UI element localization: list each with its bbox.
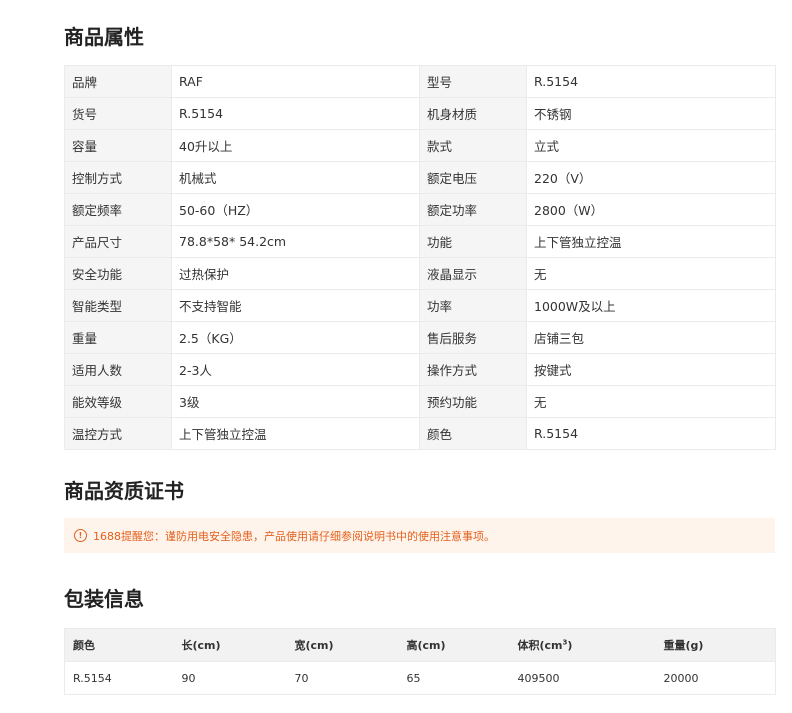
attributes-table: 品牌 RAF 型号 R.5154 货号 R.5154 机身材质 不锈钢 容量 40升以上 款式 立式控… <box>64 65 776 450</box>
attribute-row: 适用人数 2-3人 操作方式 按键式 <box>64 353 776 386</box>
safety-notice-text: 1688提醒您：谨防用电安全隐患，产品使用请仔细参阅说明书中的使用注意事项。 <box>93 529 495 543</box>
pack-height: 65 <box>398 661 510 695</box>
attribute-value: 店铺三包 <box>526 321 776 354</box>
attribute-name: 颜色 <box>419 417 527 450</box>
attribute-row: 智能类型 不支持智能 功率 1000W及以上 <box>64 289 776 322</box>
attributes-title: 商品属性 <box>64 25 144 49</box>
attribute-name: 温控方式 <box>64 417 172 450</box>
attribute-name: 适用人数 <box>64 353 172 386</box>
packaging-table: 颜色 长(cm) 宽(cm) 高(cm) 体积(cm3) 重量(g) R.515… <box>64 628 776 695</box>
attribute-name: 智能类型 <box>64 289 172 322</box>
header-weight: 重量(g) <box>655 628 776 662</box>
attribute-name: 容量 <box>64 129 172 162</box>
attribute-value: 立式 <box>526 129 776 162</box>
attribute-name: 安全功能 <box>64 257 172 290</box>
attribute-value: R.5154 <box>526 417 776 450</box>
attribute-name: 售后服务 <box>419 321 527 354</box>
attribute-value: 2800（W） <box>526 193 776 226</box>
header-volume-close: ) <box>567 639 573 652</box>
attribute-value: 220（V） <box>526 161 776 194</box>
header-volume: 体积(cm3) <box>509 628 656 662</box>
pack-color: R.5154 <box>64 661 174 695</box>
attribute-row: 重量 2.5（KG） 售后服务 店铺三包 <box>64 321 776 354</box>
attribute-value: 78.8*58* 54.2cm <box>171 225 420 258</box>
attribute-name: 额定频率 <box>64 193 172 226</box>
attribute-value: 无 <box>526 385 776 418</box>
attribute-value: 3级 <box>171 385 420 418</box>
certificate-title: 商品资质证书 <box>64 479 184 503</box>
pack-volume: 409500 <box>509 661 656 695</box>
header-length: 长(cm) <box>173 628 287 662</box>
header-width: 宽(cm) <box>286 628 399 662</box>
attribute-name: 功率 <box>419 289 527 322</box>
attribute-value: 不锈钢 <box>526 97 776 130</box>
attribute-value: 1000W及以上 <box>526 289 776 322</box>
attribute-value: 机械式 <box>171 161 420 194</box>
attribute-row: 产品尺寸 78.8*58* 54.2cm 功能 上下管独立控温 <box>64 225 776 258</box>
attribute-name: 型号 <box>419 65 527 98</box>
attribute-value: 40升以上 <box>171 129 420 162</box>
attribute-row: 货号 R.5154 机身材质 不锈钢 <box>64 97 776 130</box>
attribute-value: 过热保护 <box>171 257 420 290</box>
pack-weight: 20000 <box>655 661 776 695</box>
attribute-value: R.5154 <box>171 97 420 130</box>
attribute-name: 品牌 <box>64 65 172 98</box>
attribute-name: 额定功率 <box>419 193 527 226</box>
attribute-name: 能效等级 <box>64 385 172 418</box>
header-color: 颜色 <box>64 628 174 662</box>
attribute-value: 2.5（KG） <box>171 321 420 354</box>
packaging-row: R.5154 90 70 65 409500 20000 <box>64 661 776 695</box>
attribute-row: 额定频率 50-60（HZ） 额定功率 2800（W） <box>64 193 776 226</box>
attribute-value: 无 <box>526 257 776 290</box>
attribute-value: R.5154 <box>526 65 776 98</box>
attribute-name: 产品尺寸 <box>64 225 172 258</box>
attribute-value: 50-60（HZ） <box>171 193 420 226</box>
attribute-name: 机身材质 <box>419 97 527 130</box>
pack-length: 90 <box>173 661 287 695</box>
attribute-name: 功能 <box>419 225 527 258</box>
attribute-name: 操作方式 <box>419 353 527 386</box>
attribute-value: 按键式 <box>526 353 776 386</box>
attribute-row: 温控方式 上下管独立控温 颜色 R.5154 <box>64 417 776 450</box>
attribute-value: 不支持智能 <box>171 289 420 322</box>
attribute-name: 货号 <box>64 97 172 130</box>
header-height: 高(cm) <box>398 628 510 662</box>
attribute-value: 上下管独立控温 <box>526 225 776 258</box>
attribute-value: 2-3人 <box>171 353 420 386</box>
attribute-row: 能效等级 3级 预约功能无 <box>64 385 776 418</box>
attribute-value: 上下管独立控温 <box>171 417 420 450</box>
packaging-title: 包装信息 <box>64 587 144 611</box>
attribute-name: 液晶显示 <box>419 257 527 290</box>
attribute-row: 品牌 RAF 型号 R.5154 <box>64 65 776 98</box>
pack-width: 70 <box>286 661 399 695</box>
attribute-name: 重量 <box>64 321 172 354</box>
attribute-name: 款式 <box>419 129 527 162</box>
attribute-name: 额定电压 <box>419 161 527 194</box>
attribute-value: RAF <box>171 65 420 98</box>
attribute-row: 控制方式 机械式 额定电压 220（V） <box>64 161 776 194</box>
safety-notice: ! 1688提醒您：谨防用电安全隐患，产品使用请仔细参阅说明书中的使用注意事项。 <box>64 518 775 553</box>
attribute-row: 安全功能 过热保护 液晶显示无 <box>64 257 776 290</box>
warning-icon: ! <box>74 529 87 542</box>
attribute-name: 控制方式 <box>64 161 172 194</box>
attribute-row: 容量 40升以上 款式 立式 <box>64 129 776 162</box>
packaging-header-row: 颜色 长(cm) 宽(cm) 高(cm) 体积(cm3) 重量(g) <box>64 628 776 662</box>
attribute-name: 预约功能 <box>419 385 527 418</box>
header-volume-label: 体积(cm <box>517 639 563 652</box>
